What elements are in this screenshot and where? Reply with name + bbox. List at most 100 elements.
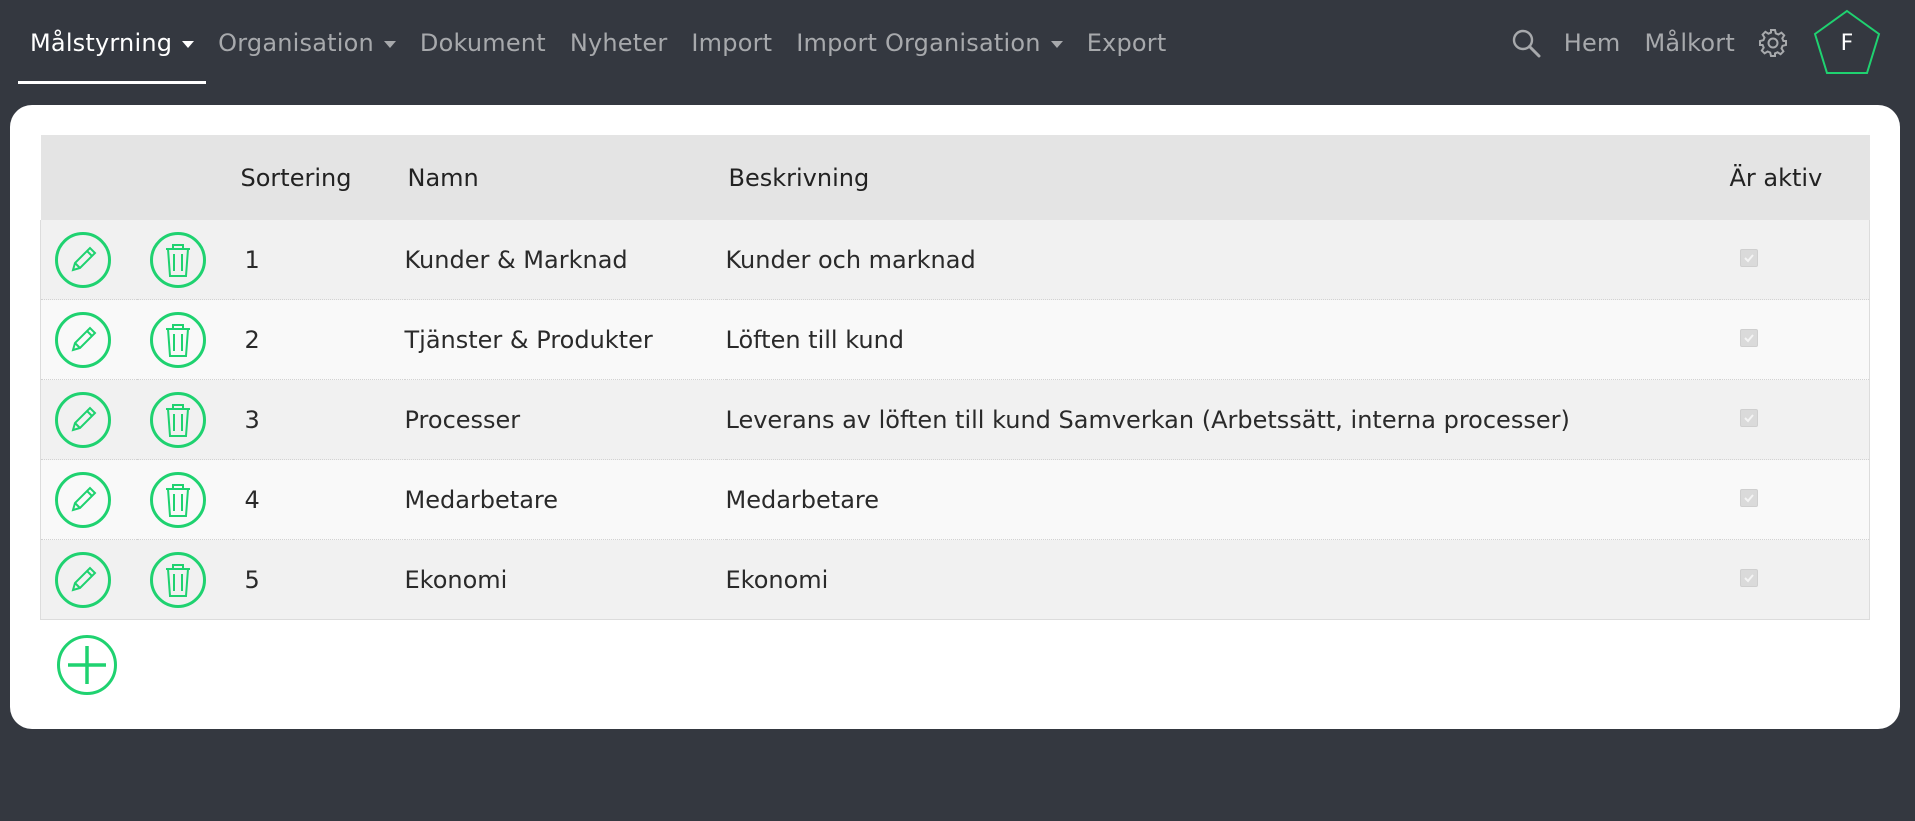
content-card: Sortering Namn Beskrivning Är aktiv 1 Kun… [10, 105, 1900, 729]
active-cell [1719, 459, 1870, 540]
nav-label: Hem [1563, 29, 1621, 57]
edit-button[interactable] [55, 391, 111, 448]
table-row: 4 Medarbetare Medarbetare [40, 459, 1870, 540]
table-row: 2 Tjänster & Produkter Löften till kund [40, 299, 1870, 380]
nav-item-import[interactable]: Import [679, 0, 784, 86]
nav-label: Import Organisation [796, 29, 1041, 57]
active-checkbox[interactable] [1739, 568, 1758, 587]
table-row: 1 Kunder & Marknad Kunder och marknad [40, 220, 1870, 300]
edit-cell [40, 539, 137, 620]
nav-label: Import [691, 29, 773, 57]
nav-label: Export [1086, 29, 1167, 57]
edit-button[interactable] [55, 311, 111, 368]
sort-cell: 5 [232, 539, 405, 620]
description-cell: Leverans av löften till kund Samverkan (… [725, 379, 1720, 460]
check-icon [1743, 253, 1754, 262]
search-icon [1512, 29, 1541, 58]
active-cell [1719, 299, 1870, 380]
name-cell: Ekonomi [404, 539, 726, 620]
active-cell [1719, 379, 1870, 460]
caret-down-icon [383, 40, 396, 48]
active-checkbox[interactable] [1739, 328, 1758, 347]
nav-label: Dokument [419, 29, 546, 57]
table-header-row: Sortering Namn Beskrivning Är aktiv [40, 135, 1870, 220]
pencil-icon [71, 326, 97, 351]
check-icon [1743, 493, 1754, 502]
name-cell: Kunder & Marknad [404, 220, 726, 300]
pencil-icon [71, 406, 97, 431]
nav-item-organisation[interactable]: Organisation [206, 0, 408, 86]
edit-button[interactable] [55, 471, 111, 528]
description-cell: Medarbetare [725, 459, 1720, 540]
top-navbar: Målstyrning Organisation Dokument Nyhete… [0, 0, 1915, 104]
delete-button[interactable] [149, 231, 206, 288]
delete-cell [136, 220, 233, 300]
name-cell: Processer [404, 379, 726, 460]
delete-button[interactable] [149, 471, 206, 528]
header-sortering[interactable]: Sortering [232, 135, 405, 220]
edit-cell [40, 299, 137, 380]
plus-icon [68, 646, 106, 684]
active-cell [1719, 220, 1870, 300]
header-namn[interactable]: Namn [404, 135, 726, 220]
name-cell: Tjänster & Produkter [404, 299, 726, 380]
delete-cell [136, 299, 233, 380]
sort-cell: 2 [232, 299, 405, 380]
caret-down-icon [182, 40, 195, 48]
active-checkbox[interactable] [1739, 408, 1758, 427]
edit-button[interactable] [55, 551, 111, 608]
sort-cell: 4 [232, 459, 405, 540]
table-row: 5 Ekonomi Ekonomi [40, 539, 1870, 620]
header-beskrivning[interactable]: Beskrivning [725, 135, 1720, 220]
delete-button[interactable] [149, 311, 206, 368]
edit-cell [40, 220, 137, 300]
edit-button[interactable] [55, 231, 111, 288]
trash-icon [165, 243, 190, 277]
caret-down-icon [1050, 40, 1063, 48]
description-cell: Kunder och marknad [725, 220, 1720, 300]
header-ar-aktiv[interactable]: Är aktiv [1719, 135, 1870, 220]
trash-icon [165, 563, 190, 597]
pencil-icon [71, 566, 97, 591]
nav-label: Målkort [1644, 29, 1735, 57]
trash-icon [165, 323, 190, 357]
nav-item-export[interactable]: Export [1075, 0, 1179, 86]
active-cell [1719, 539, 1870, 620]
active-checkbox[interactable] [1739, 248, 1758, 267]
check-icon [1743, 333, 1754, 342]
sort-cell: 1 [232, 220, 405, 300]
gear-icon [1759, 29, 1787, 57]
delete-button[interactable] [149, 391, 206, 448]
search-button[interactable] [1506, 0, 1546, 86]
edit-cell [40, 379, 137, 460]
nav-label: Organisation [218, 29, 374, 57]
avatar[interactable]: F [1811, 7, 1883, 79]
nav-item-nyheter[interactable]: Nyheter [558, 0, 680, 86]
nav-label: Målstyrning [30, 29, 173, 57]
nav-link-hem[interactable]: Hem [1552, 0, 1633, 86]
settings-button[interactable] [1753, 0, 1793, 86]
nav-item-dokument[interactable]: Dokument [408, 0, 558, 86]
name-cell: Medarbetare [404, 459, 726, 540]
nav-label: Nyheter [569, 29, 668, 57]
nav-link-malkort[interactable]: Målkort [1633, 0, 1748, 86]
sort-cell: 3 [232, 379, 405, 460]
avatar-initial: F [1840, 31, 1854, 56]
nav-item-malstyrning[interactable]: Målstyrning [18, 0, 207, 86]
edit-cell [40, 459, 137, 540]
main-menu: Målstyrning Organisation Dokument Nyhete… [18, 0, 1178, 86]
delete-cell [136, 379, 233, 460]
delete-cell [136, 459, 233, 540]
description-cell: Löften till kund [725, 299, 1720, 380]
nav-item-import-organisation[interactable]: Import Organisation [784, 0, 1074, 86]
active-checkbox[interactable] [1739, 488, 1758, 507]
add-row-button[interactable] [57, 635, 117, 695]
table-row: 3 Processer Leverans av löften till kund S… [40, 379, 1870, 460]
pencil-icon [71, 486, 97, 511]
pencil-icon [71, 246, 97, 271]
header-edit-col [40, 135, 137, 220]
user-menu: Hem Målkort F [1500, 0, 1883, 86]
delete-button[interactable] [149, 551, 206, 608]
trash-icon [165, 403, 190, 437]
header-delete-col [136, 135, 233, 220]
